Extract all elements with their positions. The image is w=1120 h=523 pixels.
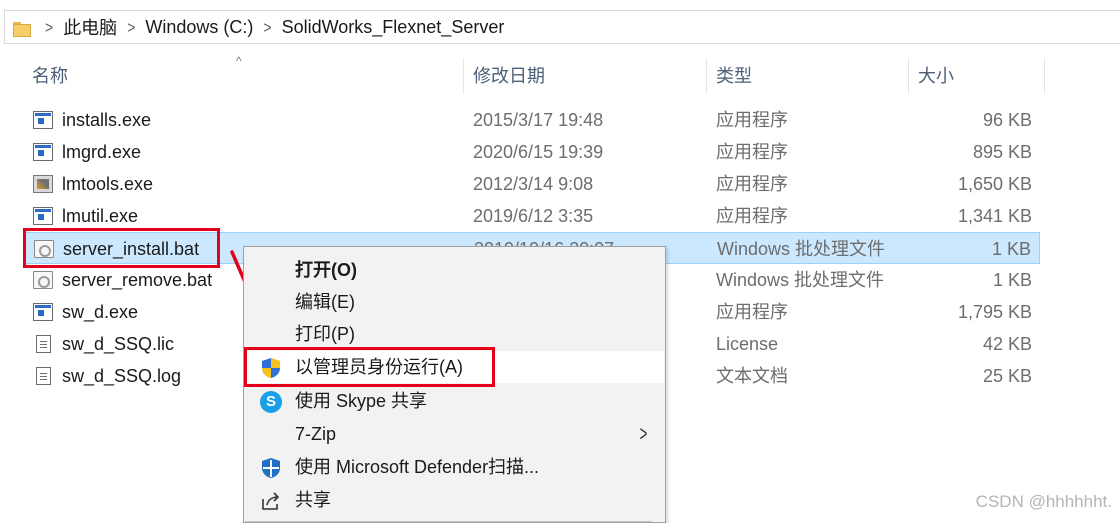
breadcrumb-drive-c[interactable]: Windows (C:): [145, 17, 253, 38]
menu-item-share[interactable]: 共享: [245, 484, 664, 516]
menu-item-edit[interactable]: 编辑(E): [245, 286, 664, 318]
chevron-right-icon[interactable]: >: [45, 17, 53, 36]
sort-ascending-icon: ^: [236, 54, 242, 68]
file-type: Windows 批处理文件: [716, 270, 885, 290]
exe-icon: [33, 143, 53, 161]
column-divider[interactable]: [463, 58, 464, 94]
column-divider[interactable]: [1044, 58, 1045, 94]
skype-icon: S: [260, 391, 282, 413]
text-file-icon: [36, 367, 51, 385]
menu-item-7zip[interactable]: 7-Zip >: [245, 418, 664, 450]
breadcrumb-this-pc[interactable]: 此电脑: [63, 14, 117, 40]
menu-item-skype-share[interactable]: S 使用 Skype 共享: [245, 385, 664, 417]
column-header-size[interactable]: 大小: [918, 56, 954, 96]
file-date: 2020/6/15 19:39: [473, 142, 604, 162]
menu-separator: [245, 521, 652, 522]
file-date: 2015/3/17 19:48: [473, 110, 604, 130]
menu-item-label: 共享: [295, 490, 331, 510]
exe-icon: [33, 111, 53, 129]
file-name: installs.exe: [62, 110, 152, 130]
file-type: Windows 批处理文件: [717, 239, 886, 259]
menu-item-label: 使用 Microsoft Defender扫描...: [295, 457, 540, 477]
defender-icon: [260, 457, 282, 479]
file-row[interactable]: installs.exe 2015/3/17 19:48 应用程序 96 KB: [24, 104, 1040, 136]
file-date: 2012/3/14 9:08: [473, 174, 594, 194]
file-row[interactable]: lmgrd.exe 2020/6/15 19:39 应用程序 895 KB: [24, 136, 1040, 168]
menu-item-label: 打开(O): [295, 260, 357, 280]
menu-item-label: 7-Zip: [295, 424, 337, 444]
file-size: 895 KB: [972, 142, 1032, 162]
breadcrumb-current-folder[interactable]: SolidWorks_Flexnet_Server: [282, 17, 505, 38]
license-file-icon: [36, 335, 51, 353]
file-size: 42 KB: [982, 334, 1032, 354]
file-type: 文本文档: [716, 366, 788, 386]
menu-item-label: 使用 Skype 共享: [295, 391, 428, 411]
chevron-right-icon[interactable]: >: [127, 17, 135, 36]
file-name: sw_d.exe: [62, 302, 139, 322]
menu-item-label: 打印(P): [295, 324, 355, 344]
file-name: sw_d_SSQ.lic: [62, 334, 175, 354]
file-size: 1 KB: [991, 239, 1031, 259]
share-icon: [260, 490, 282, 512]
file-date: 2019/6/12 3:35: [473, 206, 594, 226]
file-size: 1,795 KB: [957, 302, 1032, 322]
menu-item-open[interactable]: 打开(O): [245, 254, 664, 286]
chevron-right-icon: >: [639, 421, 648, 446]
file-type: 应用程序: [716, 206, 788, 226]
file-size: 96 KB: [982, 110, 1032, 130]
exe-icon: [33, 303, 53, 321]
file-name: sw_d_SSQ.log: [62, 366, 182, 386]
file-size: 25 KB: [982, 366, 1032, 386]
annotation-highlight-file: [23, 228, 220, 268]
column-header-name[interactable]: 名称: [32, 56, 68, 96]
menu-item-label: 编辑(E): [295, 292, 355, 312]
watermark: CSDN @hhhhhht.: [975, 492, 1112, 511]
file-type: 应用程序: [716, 142, 788, 162]
file-type: 应用程序: [716, 302, 788, 322]
file-type: 应用程序: [716, 110, 788, 130]
menu-item-print[interactable]: 打印(P): [245, 318, 664, 350]
file-name: lmtools.exe: [62, 174, 154, 194]
tools-icon: [33, 175, 53, 193]
column-header-type[interactable]: 类型: [716, 56, 752, 96]
file-name: lmgrd.exe: [62, 142, 142, 162]
column-headers: 名称 ^ 修改日期 类型 大小: [0, 54, 1120, 96]
file-row[interactable]: lmtools.exe 2012/3/14 9:08 应用程序 1,650 KB: [24, 168, 1040, 200]
column-divider[interactable]: [706, 58, 707, 94]
exe-icon: [33, 207, 53, 225]
file-size: 1 KB: [992, 270, 1032, 290]
folder-icon: [13, 20, 31, 37]
file-size: 1,341 KB: [957, 206, 1032, 226]
column-divider[interactable]: [908, 58, 909, 94]
file-type: License: [716, 334, 779, 354]
batch-file-icon: [33, 271, 53, 289]
file-name: server_remove.bat: [62, 270, 213, 290]
annotation-highlight-menu-item: [244, 347, 495, 387]
column-header-date[interactable]: 修改日期: [473, 56, 545, 96]
address-bar[interactable]: > 此电脑 > Windows (C:) > SolidWorks_Flexne…: [4, 10, 1120, 44]
menu-item-defender-scan[interactable]: 使用 Microsoft Defender扫描...: [245, 451, 664, 483]
file-size: 1,650 KB: [957, 174, 1032, 194]
chevron-right-icon[interactable]: >: [263, 17, 271, 36]
file-type: 应用程序: [716, 174, 788, 194]
